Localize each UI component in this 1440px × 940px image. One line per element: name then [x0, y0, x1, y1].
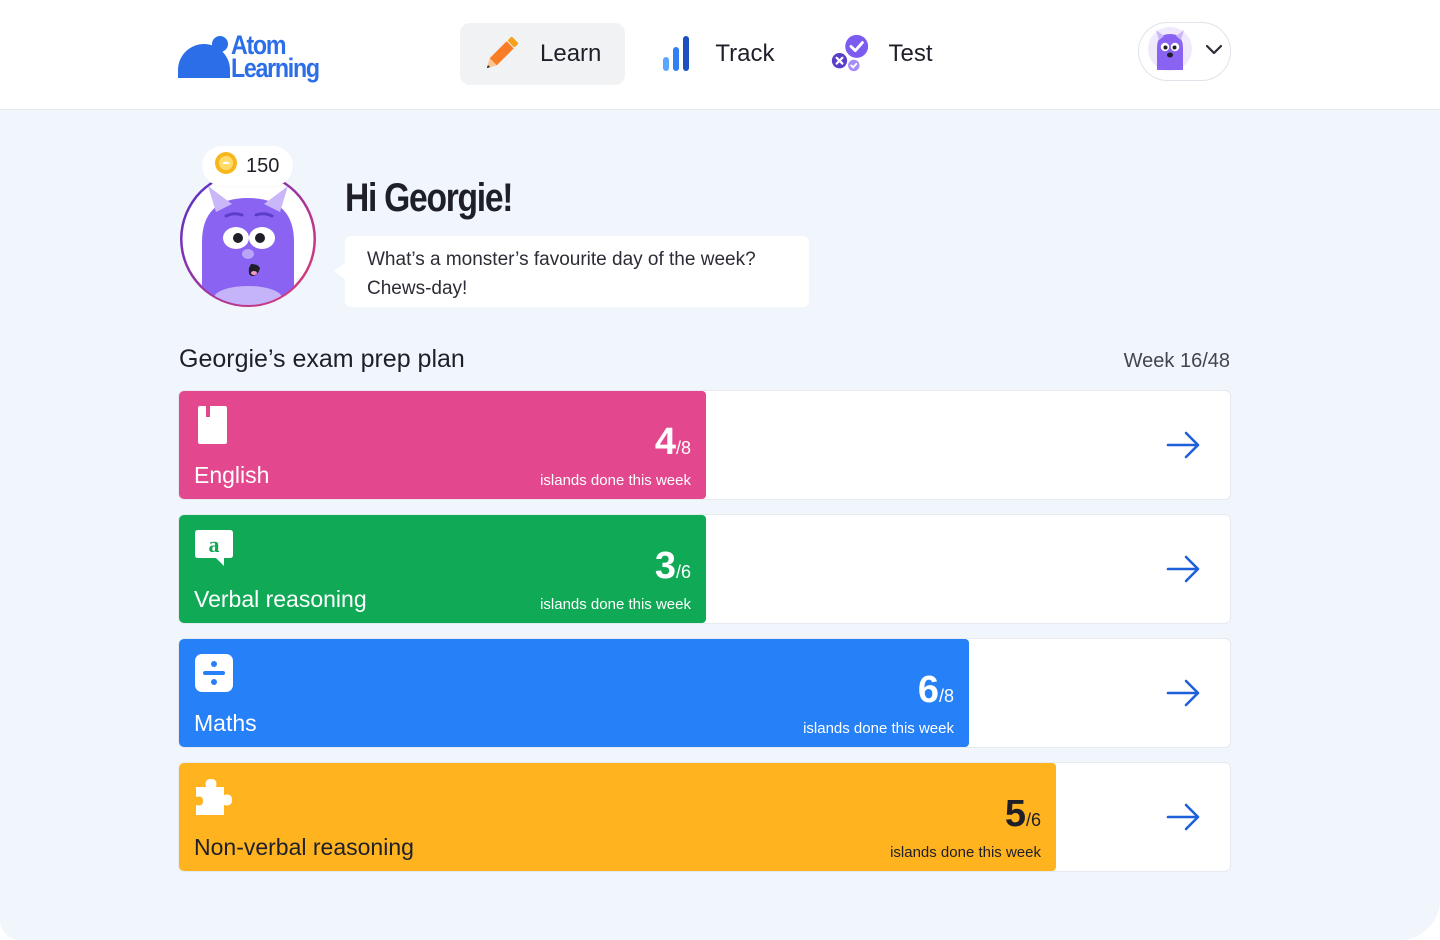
- subject-name: Verbal reasoning: [194, 586, 367, 612]
- nav-track-label: Track: [715, 40, 775, 67]
- greeting-title: Hi Georgie!: [345, 176, 513, 220]
- book-icon: [194, 405, 234, 445]
- svg-text:a: a: [209, 532, 220, 557]
- nav-learn[interactable]: Learn: [460, 23, 626, 85]
- subject-name: Maths: [194, 710, 257, 736]
- progress-fill: 5/6 Non-verbal reasoning islands done th…: [179, 763, 1056, 871]
- arrow-right-icon[interactable]: [1166, 430, 1202, 460]
- progress-caption: islands done this week: [540, 596, 691, 613]
- progress-fill: 4/8 English islands done this week: [179, 391, 706, 499]
- puzzle-icon: [194, 777, 234, 817]
- atom-learning-logo[interactable]: Atom Learning: [178, 30, 348, 86]
- nav-track[interactable]: Track: [635, 23, 798, 85]
- subject-row-verbal-reasoning[interactable]: a 3/6 Verbal reasoning islands done this…: [178, 514, 1231, 624]
- divide-icon: [194, 653, 234, 693]
- arrow-right-icon[interactable]: [1166, 554, 1202, 584]
- arrow-right-icon[interactable]: [1166, 802, 1202, 832]
- logo-dot: [212, 36, 228, 52]
- progress-score: 6/8: [917, 669, 954, 711]
- chevron-down-icon: [1205, 43, 1223, 61]
- progress-caption: islands done this week: [803, 720, 954, 737]
- monster-avatar-icon: [1147, 26, 1193, 77]
- pencil-icon: [480, 33, 522, 75]
- progress-caption: islands done this week: [540, 472, 691, 489]
- plan-title: Georgie’s exam prep plan: [179, 345, 465, 373]
- arrow-right-icon[interactable]: [1166, 678, 1202, 708]
- subject-row-english[interactable]: 4/8 English islands done this week: [178, 390, 1231, 500]
- nav-learn-label: Learn: [540, 40, 602, 67]
- progress-score: 5/6: [1004, 793, 1041, 835]
- subject-name: Non-verbal reasoning: [194, 834, 414, 860]
- week-indicator: Week 16/48: [1123, 350, 1230, 372]
- main-nav: Learn Track Test: [460, 23, 957, 85]
- subject-list: 4/8 English islands done this week a 3/6…: [178, 390, 1231, 886]
- subject-row-non-verbal-reasoning[interactable]: 5/6 Non-verbal reasoning islands done th…: [178, 762, 1231, 872]
- coin-balance-badge[interactable]: 150: [202, 146, 294, 186]
- top-navigation-bar: Atom Learning Learn Track Test: [0, 0, 1440, 110]
- subject-name: English: [194, 462, 270, 488]
- logo-text: Atom Learning: [231, 30, 320, 83]
- test-check-icon: [829, 33, 871, 75]
- progress-caption: islands done this week: [890, 844, 1041, 861]
- coin-count: 150: [246, 154, 280, 177]
- subject-row-maths[interactable]: 6/8 Maths islands done this week: [178, 638, 1231, 748]
- profile-menu-button[interactable]: [1138, 22, 1231, 81]
- bar-chart-icon: [655, 33, 697, 75]
- progress-score: 4/8: [654, 421, 691, 463]
- coin-icon: [214, 151, 238, 181]
- speech-bubble-a-icon: a: [194, 529, 234, 569]
- nav-test-label: Test: [888, 40, 933, 67]
- progress-fill: 6/8 Maths islands done this week: [179, 639, 969, 747]
- progress-fill: a 3/6 Verbal reasoning islands done this…: [179, 515, 706, 623]
- nav-test[interactable]: Test: [809, 23, 957, 85]
- monster-character-avatar: [178, 171, 318, 308]
- joke-speech-bubble: What’s a monster’s favourite day of the …: [334, 236, 809, 307]
- progress-score: 3/6: [654, 545, 691, 587]
